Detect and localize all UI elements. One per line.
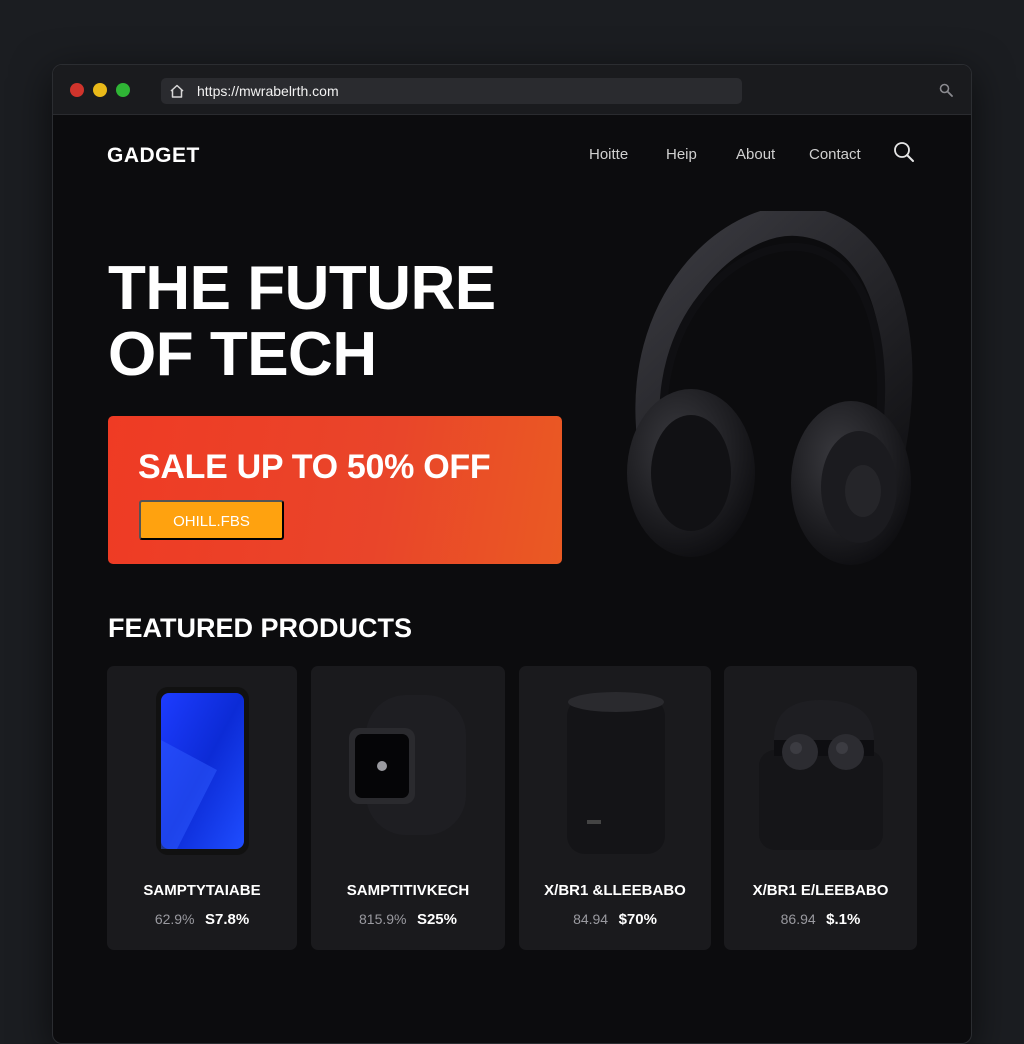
old-price: 62.9% — [154, 911, 195, 927]
browser-toolbar: https://mwrabelrth.com — [53, 65, 971, 115]
headphones-image — [627, 211, 913, 565]
old-price: 86.94 — [780, 911, 816, 927]
price: S25% — [416, 911, 457, 928]
product-card[interactable]: SAMPTITIVKECH 815.9% S25% — [311, 666, 505, 950]
product-name: SAMPTYTAIABE — [143, 882, 261, 899]
product-card[interactable]: X/BR1 &LLEEBABO 84.94 $70% — [519, 666, 711, 950]
product-card[interactable]: SAMPTYTAIABE 62.9% S7.8% — [107, 666, 297, 950]
url-text[interactable]: https://mwrabelrth.com — [197, 83, 339, 99]
nav-link-contact[interactable]: Contact — [809, 146, 861, 163]
old-price: 815.9% — [359, 911, 407, 927]
hero-title: THE FUTURE OF TECH — [108, 254, 496, 389]
product-card[interactable]: X/BR1 E/LEEBABO 86.94 $.1% — [724, 666, 917, 950]
web-page: GADGET Hoitte Heip About Contact THE FUT… — [53, 116, 971, 1043]
browser-window: https://mwrabelrth.com GADGET Hoitte Hei… — [52, 64, 972, 1044]
home-icon[interactable] — [169, 83, 185, 99]
minimize-window-button[interactable] — [93, 83, 107, 97]
smartwatch-image — [349, 695, 466, 835]
price: S7.8% — [204, 911, 250, 928]
product-name: X/BR1 E/LEEBABO — [752, 882, 889, 899]
product-name: SAMPTITIVKECH — [346, 882, 470, 899]
price: $.1% — [826, 911, 861, 928]
nav-link-home[interactable]: Hoitte — [589, 146, 628, 163]
old-price: 84.94 — [573, 911, 609, 927]
smartphone-image — [156, 687, 249, 855]
address-bar[interactable]: https://mwrabelrth.com — [161, 78, 742, 104]
sale-text: SALE UP TO 50% OFF — [138, 448, 491, 486]
search-icon[interactable] — [893, 141, 915, 163]
shop-now-button[interactable]: OHILL.FBS — [139, 500, 284, 540]
featured-products-heading: FEATURED PRODUCTS — [108, 613, 413, 643]
maximize-window-button[interactable] — [116, 83, 130, 97]
close-window-button[interactable] — [70, 83, 84, 97]
nav-link-about[interactable]: About — [736, 146, 775, 163]
smart-speaker-image — [567, 692, 665, 854]
earbuds-image — [759, 700, 883, 850]
sale-banner: SALE UP TO 50% OFF OHILL.FBS — [108, 416, 562, 564]
product-name: X/BR1 &LLEEBABO — [544, 882, 686, 899]
price: $70% — [618, 911, 657, 928]
search-icon[interactable] — [939, 83, 953, 97]
site-logo[interactable]: GADGET — [107, 144, 200, 168]
nav-link-help[interactable]: Heip — [666, 146, 697, 163]
